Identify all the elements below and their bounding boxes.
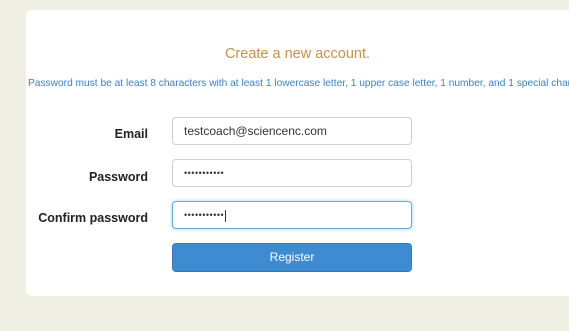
confirm-password-value: ••••••••••• [184,210,225,220]
text-caret [225,209,227,222]
confirm-password-label: Confirm password [38,211,148,225]
email-field[interactable]: testcoach@sciencenc.com [172,117,412,145]
register-card: Create a new account. Password must be a… [26,10,569,296]
register-button[interactable]: Register [172,243,412,272]
email-label: Email [114,127,148,141]
email-value: testcoach@sciencenc.com [184,124,327,138]
page-title: Create a new account. [224,46,371,62]
password-field[interactable]: ••••••••••• [172,159,412,187]
password-requirements-hint: Password must be at least 8 characters w… [28,78,569,89]
confirm-password-field[interactable]: ••••••••••• [172,201,412,229]
password-label: Password [88,170,148,184]
password-value: ••••••••••• [184,168,225,178]
